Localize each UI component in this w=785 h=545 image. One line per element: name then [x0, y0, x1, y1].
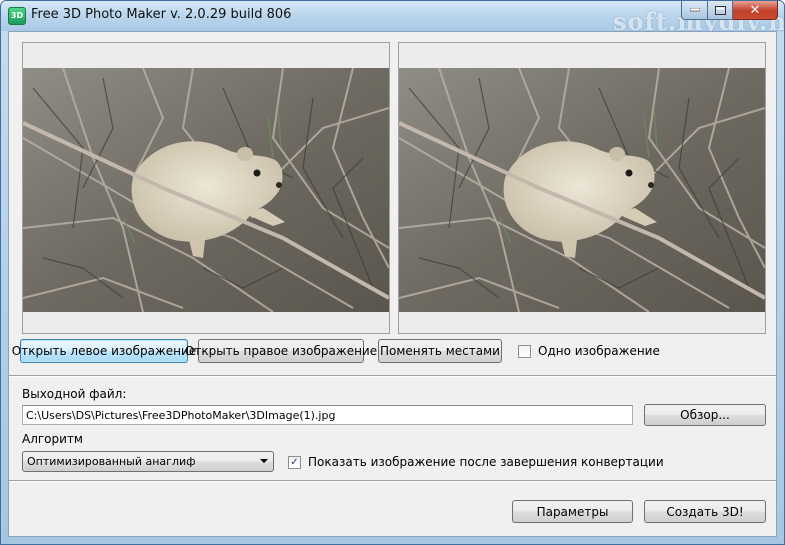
single-image-checkbox[interactable]: Одно изображение — [518, 344, 660, 358]
right-image-frame — [398, 42, 766, 334]
single-image-checkbox-box[interactable] — [518, 344, 531, 358]
single-image-label: Одно изображение — [538, 344, 660, 358]
window-title: Free 3D Photo Maker v. 2.0.29 build 806 — [31, 7, 292, 22]
show-after-conversion-checkbox[interactable]: ✓ Показать изображение после завершения … — [288, 455, 664, 469]
left-image-preview — [23, 68, 389, 312]
left-image-frame — [22, 42, 390, 334]
show-after-label: Показать изображение после завершения ко… — [308, 455, 664, 469]
output-file-field[interactable]: C:\Users\DS\Pictures\Free3DPhotoMaker\3D… — [22, 405, 633, 425]
chevron-down-icon — [260, 459, 268, 463]
open-right-image-button[interactable]: Открыть правое изображение — [185, 339, 377, 363]
close-button[interactable]: ✕ — [733, 1, 778, 20]
right-image-preview — [399, 68, 765, 312]
separator-top — [9, 375, 776, 377]
maximize-button[interactable] — [708, 1, 733, 20]
parameters-button[interactable]: Параметры — [512, 500, 633, 523]
close-icon: ✕ — [749, 2, 761, 18]
algorithm-label: Алгоритм — [22, 432, 83, 446]
minimize-icon — [689, 8, 700, 12]
output-file-label: Выходной файл: — [22, 387, 127, 401]
swap-images-button[interactable]: Поменять местами — [378, 339, 502, 363]
title-bar[interactable]: 3D Free 3D Photo Maker v. 2.0.29 build 8… — [1, 1, 784, 36]
algorithm-select[interactable]: Оптимизированный анаглиф — [22, 451, 274, 472]
open-left-image-button[interactable]: Открыть левое изображение — [12, 339, 196, 363]
client-area: Открыть левое изображение Открыть правое… — [8, 31, 777, 537]
app-logo-icon: 3D — [8, 7, 26, 25]
create-3d-button[interactable]: Создать 3D! — [644, 500, 766, 523]
browse-button[interactable]: Обзор... — [644, 404, 766, 426]
algorithm-selected-value: Оптимизированный анаглиф — [27, 455, 196, 468]
minimize-button[interactable] — [681, 1, 708, 20]
separator-bottom — [9, 480, 776, 482]
maximize-icon — [714, 5, 726, 15]
caption-buttons: ✕ — [681, 1, 778, 20]
show-after-checkbox-box[interactable]: ✓ — [288, 455, 301, 469]
app-window: 3D Free 3D Photo Maker v. 2.0.29 build 8… — [0, 0, 785, 545]
